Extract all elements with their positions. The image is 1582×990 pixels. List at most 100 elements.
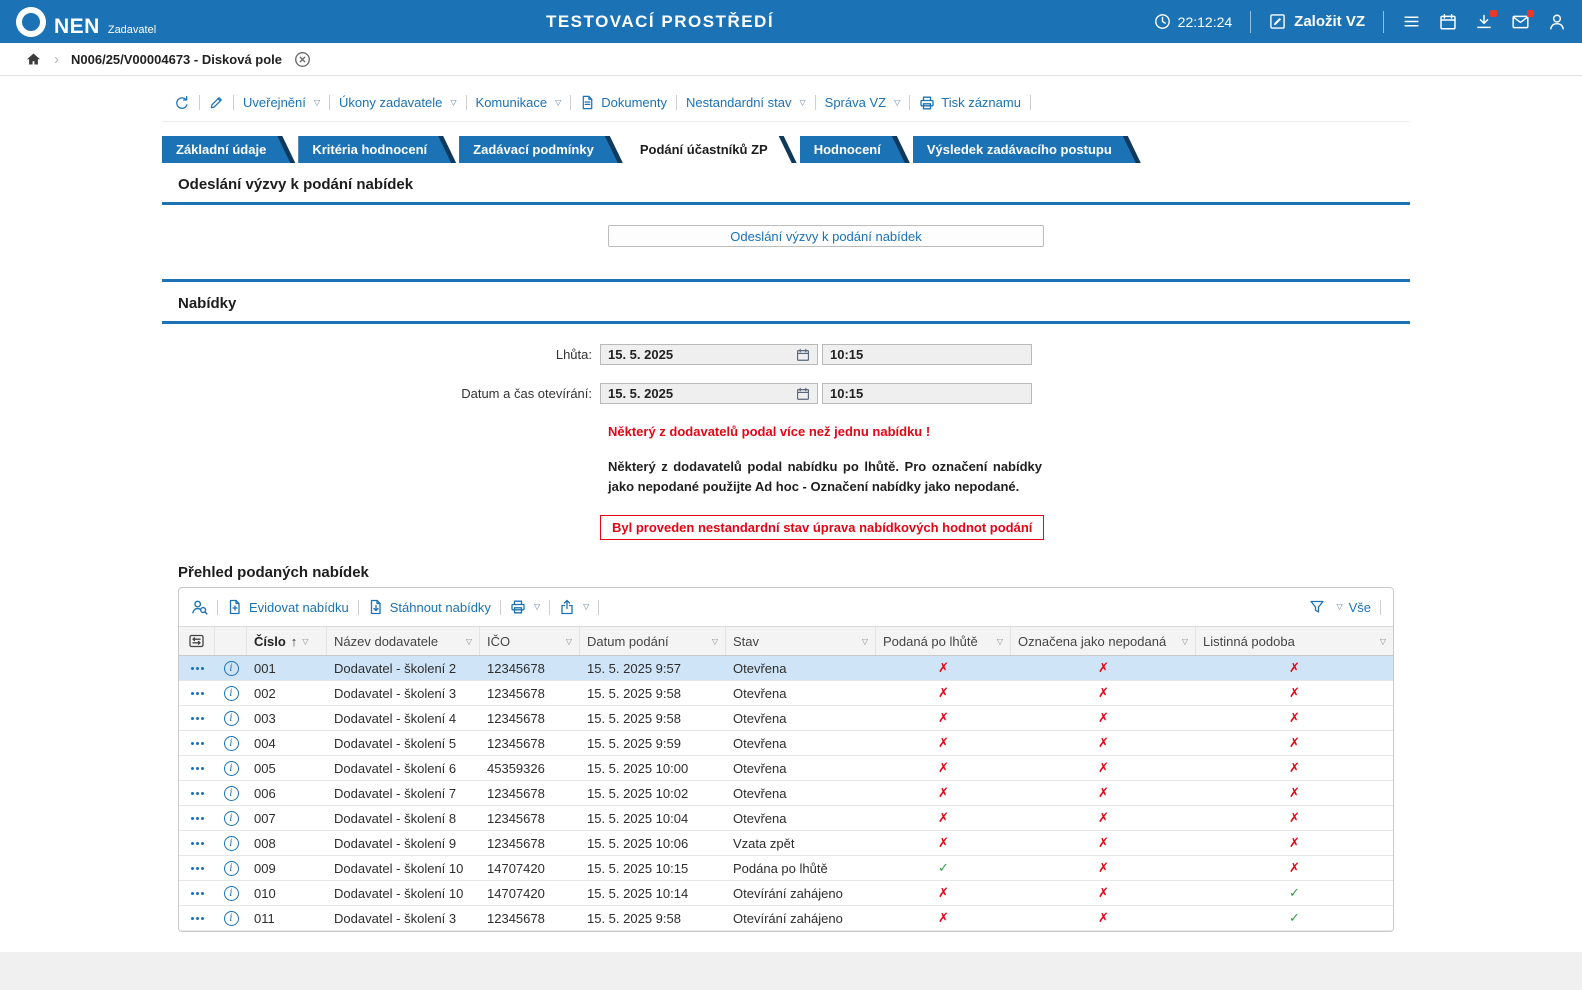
menu-dokumenty[interactable]: Dokumenty [580, 95, 667, 110]
column-stav[interactable]: Stav▽ [726, 627, 876, 655]
three-dots-icon [191, 842, 204, 845]
cell-nepodana: ✗ [1011, 906, 1196, 930]
table-title: Přehled podaných nabídek [178, 564, 1410, 581]
table-row[interactable]: i 002 Dodavatel - školení 3 12345678 15.… [179, 681, 1393, 706]
menu-sprava-vz[interactable]: Správa VZ▽ [825, 95, 901, 110]
status-mark-icon: ✗ [1098, 760, 1109, 776]
menu-uverejneni[interactable]: Uveřejnění▽ [243, 95, 320, 110]
cell-nepodana: ✗ [1011, 706, 1196, 730]
tab-zakladni-udaje[interactable]: Základní údaje [162, 136, 295, 163]
table-row[interactable]: i 007 Dodavatel - školení 8 12345678 15.… [179, 806, 1393, 831]
history-button[interactable] [174, 95, 190, 111]
oteviranie-time-input[interactable]: 10:15 [822, 383, 1032, 404]
filter-button[interactable] [1309, 599, 1325, 615]
column-oznacena-jako-nepodana[interactable]: Označena jako nepodaná▽ [1011, 627, 1196, 655]
cell-listinna: ✗ [1196, 706, 1393, 730]
lhuta-time-input[interactable]: 10:15 [822, 344, 1032, 365]
menu-ukony-zadavatele[interactable]: Úkony zadavatele▽ [339, 95, 457, 110]
nen-home-link[interactable]: NEN Zadavatel [16, 7, 156, 37]
column-datum-podani[interactable]: Datum podání▽ [580, 627, 726, 655]
row-menu-button[interactable] [179, 706, 215, 730]
menu-komunikace[interactable]: Komunikace▽ [476, 95, 562, 110]
pencil-icon [209, 95, 224, 110]
messages-button[interactable] [1511, 13, 1530, 31]
row-menu-button[interactable] [179, 881, 215, 905]
row-menu-button[interactable] [179, 906, 215, 930]
evidovat-nabidku-button[interactable]: Evidovat nabídku [227, 599, 349, 615]
filter-arrow-icon: ▽ [997, 637, 1003, 646]
edit-button[interactable] [209, 95, 224, 110]
row-info-button[interactable]: i [215, 756, 247, 780]
odeslani-vyzvy-button[interactable]: Odeslání výzvy k podání nabídek [608, 225, 1044, 247]
column-nazev-dodavatele[interactable]: Název dodavatele▽ [327, 627, 480, 655]
search-supplier-button[interactable] [191, 599, 208, 616]
table-row[interactable]: i 005 Dodavatel - školení 6 45359326 15.… [179, 756, 1393, 781]
cell-po-lhute: ✗ [876, 731, 1011, 755]
close-record-button[interactable] [294, 51, 311, 68]
column-settings-button[interactable] [179, 627, 215, 655]
row-info-button[interactable]: i [215, 806, 247, 830]
table-row[interactable]: i 008 Dodavatel - školení 9 12345678 15.… [179, 831, 1393, 856]
row-menu-button[interactable] [179, 856, 215, 880]
row-menu-button[interactable] [179, 781, 215, 805]
tab-podani-ucastniku-zp[interactable]: Podání účastníků ZP [626, 136, 797, 163]
column-ico[interactable]: IČO▽ [480, 627, 580, 655]
cell-nepodana: ✗ [1011, 656, 1196, 680]
export-button[interactable]: ▽ [559, 599, 589, 615]
dropdown-arrow-icon: ▽ [534, 603, 540, 611]
table-row[interactable]: i 011 Dodavatel - školení 3 12345678 15.… [179, 906, 1393, 931]
tab-vysledek-zadavaciho-postupu[interactable]: Výsledek zadávacího postupu [913, 136, 1141, 163]
tab-hodnoceni[interactable]: Hodnocení [800, 136, 910, 163]
row-menu-button[interactable] [179, 656, 215, 680]
row-info-button[interactable]: i [215, 856, 247, 880]
table-row[interactable]: i 001 Dodavatel - školení 2 12345678 15.… [179, 656, 1393, 681]
table-row[interactable]: i 009 Dodavatel - školení 10 14707420 15… [179, 856, 1393, 881]
cell-nazev: Dodavatel - školení 6 [327, 756, 480, 780]
row-info-button[interactable]: i [215, 781, 247, 805]
cell-listinna: ✗ [1196, 806, 1393, 830]
row-menu-button[interactable] [179, 806, 215, 830]
vse-filter-select[interactable]: ▽Vše [1334, 600, 1371, 615]
tab-kriteria-hodnoceni[interactable]: Kritéria hodnocení [298, 136, 456, 163]
stahnout-nabidky-button[interactable]: Stáhnout nabídky [368, 599, 491, 615]
downloads-button[interactable] [1475, 13, 1493, 31]
row-info-button[interactable]: i [215, 731, 247, 755]
profile-button[interactable] [1548, 13, 1566, 31]
row-info-button[interactable]: i [215, 706, 247, 730]
dropdown-arrow-icon: ▽ [800, 99, 806, 107]
table-row[interactable]: i 010 Dodavatel - školení 10 14707420 15… [179, 881, 1393, 906]
row-info-button[interactable]: i [215, 881, 247, 905]
table-row[interactable]: i 003 Dodavatel - školení 4 12345678 15.… [179, 706, 1393, 731]
column-cislo[interactable]: Číslo↑▽ [247, 627, 327, 655]
row-menu-button[interactable] [179, 681, 215, 705]
menu-nestandardni-stav[interactable]: Nestandardní stav▽ [686, 95, 806, 110]
home-button[interactable] [25, 51, 42, 67]
table-row[interactable]: i 006 Dodavatel - školení 7 12345678 15.… [179, 781, 1393, 806]
table-row[interactable]: i 004 Dodavatel - školení 5 12345678 15.… [179, 731, 1393, 756]
cell-nazev: Dodavatel - školení 10 [327, 856, 480, 880]
row-info-button[interactable]: i [215, 681, 247, 705]
column-podana-po-lhute[interactable]: Podaná po lhůtě▽ [876, 627, 1011, 655]
download-bids-icon [368, 599, 384, 615]
main-menu-button[interactable] [1402, 13, 1421, 30]
cell-nepodana: ✗ [1011, 681, 1196, 705]
row-menu-button[interactable] [179, 831, 215, 855]
calendar-button[interactable] [1439, 13, 1457, 31]
clock-icon [1154, 13, 1171, 30]
tab-zadavaci-podminky[interactable]: Zadávací podmínky [459, 136, 623, 163]
row-info-button[interactable]: i [215, 906, 247, 930]
lhuta-date-input[interactable]: 15. 5. 2025 [600, 344, 818, 365]
row-menu-button[interactable] [179, 731, 215, 755]
create-vz-button[interactable]: Založit VZ [1269, 13, 1365, 30]
row-menu-button[interactable] [179, 756, 215, 780]
row-info-button[interactable]: i [215, 656, 247, 680]
cell-ico: 12345678 [480, 656, 580, 680]
oteviranie-date-input[interactable]: 15. 5. 2025 [600, 383, 818, 404]
row-info-button[interactable]: i [215, 831, 247, 855]
print-grid-button[interactable]: ▽ [510, 599, 540, 615]
filter-arrow-icon: ▽ [1182, 637, 1188, 646]
cell-datum: 15. 5. 2025 10:06 [580, 831, 726, 855]
three-dots-icon [191, 917, 204, 920]
column-listinna-podoba[interactable]: Listinná podoba▽ [1196, 627, 1393, 655]
print-record-button[interactable]: Tisk záznamu [919, 95, 1021, 111]
